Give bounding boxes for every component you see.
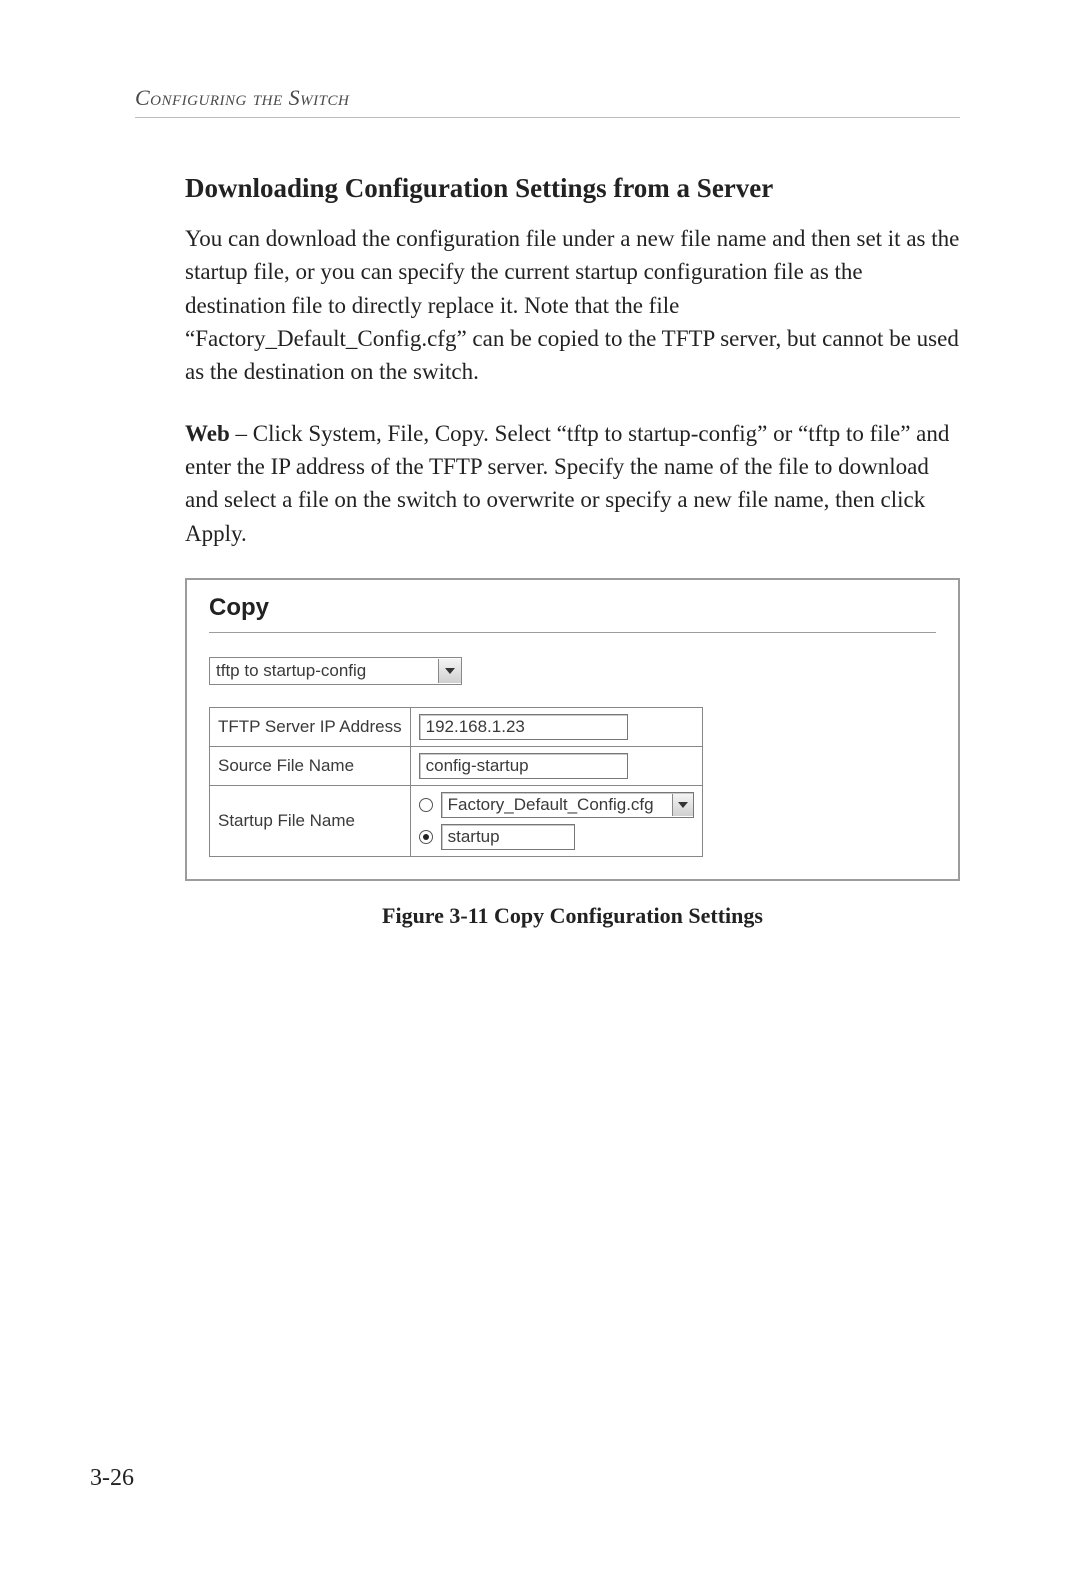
body-paragraph-1: You can download the configuration file … — [185, 222, 960, 389]
table-row: Startup File Name Factory_Default_Config… — [210, 786, 703, 857]
web-rest: – Click System, File, Copy. Select “tftp… — [185, 421, 949, 546]
startup-existing-radio[interactable] — [419, 798, 433, 812]
horizontal-rule — [135, 117, 960, 118]
tftp-ip-input[interactable]: 192.168.1.23 — [419, 714, 628, 740]
table-row: Source File Name config-startup — [210, 747, 703, 786]
startup-new-input[interactable]: startup — [441, 824, 575, 850]
copy-form-table: TFTP Server IP Address 192.168.1.23 Sour… — [209, 707, 703, 857]
startup-file-select[interactable]: Factory_Default_Config.cfg — [441, 792, 694, 818]
source-label-cell: Source File Name — [210, 747, 411, 786]
startup-file-select-label: Factory_Default_Config.cfg — [442, 793, 672, 817]
section-title: Downloading Configuration Settings from … — [185, 173, 960, 204]
web-lead: Web — [185, 421, 230, 446]
page-number: 3-26 — [90, 1465, 134, 1492]
figure-caption: Figure 3-11 Copy Configuration Settings — [185, 903, 960, 929]
startup-label-cell: Startup File Name — [210, 786, 411, 857]
ip-label-cell: TFTP Server IP Address — [210, 708, 411, 747]
copy-mode-select-label: tftp to startup-config — [210, 659, 438, 683]
panel-title: Copy — [209, 594, 936, 633]
dropdown-button[interactable] — [672, 794, 693, 816]
startup-new-radio[interactable] — [419, 830, 433, 844]
chevron-down-icon — [678, 802, 688, 808]
body-paragraph-2: Web – Click System, File, Copy. Select “… — [185, 417, 960, 550]
table-row: TFTP Server IP Address 192.168.1.23 — [210, 708, 703, 747]
chevron-down-icon — [445, 668, 455, 674]
copy-mode-select[interactable]: tftp to startup-config — [209, 657, 462, 685]
screenshot-panel: Copy tftp to startup-config TFTP Server … — [185, 578, 960, 881]
source-file-input[interactable]: config-startup — [419, 753, 628, 779]
running-head: Configuring the Switch — [135, 85, 960, 111]
dropdown-button[interactable] — [438, 659, 461, 683]
